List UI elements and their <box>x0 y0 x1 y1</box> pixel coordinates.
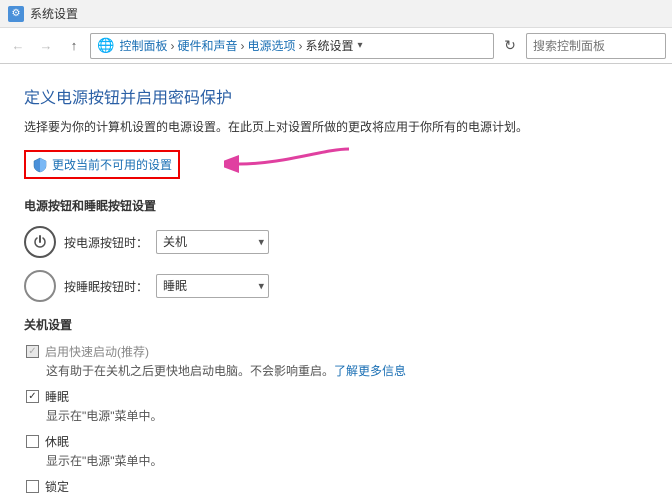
forward-button[interactable]: → <box>34 34 58 58</box>
page-description: 选择要为你的计算机设置的电源设置。在此页上对设置所做的更改将应用于你所有的电源计… <box>24 118 648 136</box>
change-settings-button[interactable]: 更改当前不可用的设置 <box>24 150 180 179</box>
checkbox-sleep[interactable] <box>26 390 39 403</box>
change-settings-link[interactable]: 更改当前不可用的设置 <box>52 156 172 173</box>
back-button[interactable]: ← <box>6 34 30 58</box>
sleep-select-wrapper: 睡眠 关机 不采取任何措施 <box>156 274 269 298</box>
learn-more-link[interactable]: 了解更多信息 <box>334 364 406 378</box>
option-hibernate: 休眠 显示在"电源"菜单中。 <box>26 433 648 470</box>
title-bar-text: 系统设置 <box>30 5 78 22</box>
pink-arrow <box>224 144 354 184</box>
option-fast-startup-label: 启用快速启动(推荐) <box>45 343 149 360</box>
power-sleep-section-title: 电源按钮和睡眠按钮设置 <box>24 197 648 214</box>
power-button-select[interactable]: 关机 睡眠 不采取任何措施 <box>156 230 269 254</box>
breadcrumb-dropdown-arrow[interactable]: ▾ <box>358 40 363 51</box>
breadcrumb-sep-2: › <box>240 39 244 53</box>
power-button-row: 按电源按钮时： 关机 睡眠 不采取任何措施 <box>24 226 648 258</box>
sleep-button-label: 按睡眠按钮时： <box>64 278 148 295</box>
breadcrumb-power-options[interactable]: 电源选项 <box>247 37 295 54</box>
globe-icon: 🌐 <box>97 37 114 54</box>
power-icon <box>24 226 56 258</box>
shutdown-section-title: 关机设置 <box>24 316 648 333</box>
search-input[interactable] <box>526 33 666 59</box>
option-hibernate-header: 休眠 <box>26 433 648 450</box>
breadcrumb-hardware[interactable]: 硬件和声音 <box>177 37 237 54</box>
checkbox-lock[interactable] <box>26 480 39 493</box>
uac-shield-icon <box>32 157 48 173</box>
option-fast-startup-header: 启用快速启动(推荐) <box>26 343 648 360</box>
up-button[interactable]: ↑ <box>62 34 86 58</box>
sleep-button-row: 按睡眠按钮时： 睡眠 关机 不采取任何措施 <box>24 270 648 302</box>
power-select-wrapper: 关机 睡眠 不采取任何措施 <box>156 230 269 254</box>
checkbox-hibernate[interactable] <box>26 435 39 448</box>
breadcrumb-bar: 🌐 控制面板 › 硬件和声音 › 电源选项 › 系统设置 ▾ <box>90 33 494 59</box>
option-lock: 锁定 <box>26 478 648 495</box>
option-sleep: 睡眠 显示在"电源"菜单中。 <box>26 388 648 425</box>
option-fast-startup: 启用快速启动(推荐) 这有助于在关机之后更快地启动电脑。不会影响重启。了解更多信… <box>26 343 648 380</box>
main-content: 定义电源按钮并启用密码保护 选择要为你的计算机设置的电源设置。在此页上对设置所做… <box>0 64 672 501</box>
option-hibernate-desc: 显示在"电源"菜单中。 <box>26 452 648 470</box>
shutdown-options: 启用快速启动(推荐) 这有助于在关机之后更快地启动电脑。不会影响重启。了解更多信… <box>24 343 648 495</box>
page-title: 定义电源按钮并启用密码保护 <box>24 84 648 108</box>
option-sleep-header: 睡眠 <box>26 388 648 405</box>
option-sleep-desc: 显示在"电源"菜单中。 <box>26 407 648 425</box>
breadcrumb-sep-3: › <box>298 39 302 53</box>
option-lock-header: 锁定 <box>26 478 648 495</box>
address-bar: ← → ↑ 🌐 控制面板 › 硬件和声音 › 电源选项 › 系统设置 ▾ ↻ <box>0 28 672 64</box>
breadcrumb-control-panel[interactable]: 控制面板 <box>119 37 167 54</box>
title-bar: ⚙ 系统设置 <box>0 0 672 28</box>
checkbox-fast-startup[interactable] <box>26 345 39 358</box>
title-bar-icon: ⚙ <box>8 6 24 22</box>
power-button-label: 按电源按钮时： <box>64 234 148 251</box>
breadcrumb-current: 系统设置 <box>305 37 353 54</box>
option-fast-startup-desc: 这有助于在关机之后更快地启动电脑。不会影响重启。了解更多信息 <box>26 362 648 380</box>
sleep-button-select[interactable]: 睡眠 关机 不采取任何措施 <box>156 274 269 298</box>
refresh-button[interactable]: ↻ <box>498 34 522 58</box>
option-lock-label: 锁定 <box>45 478 69 495</box>
sleep-icon <box>24 270 56 302</box>
breadcrumb-sep-1: › <box>170 39 174 53</box>
option-hibernate-label: 休眠 <box>45 433 69 450</box>
option-sleep-label: 睡眠 <box>45 388 69 405</box>
